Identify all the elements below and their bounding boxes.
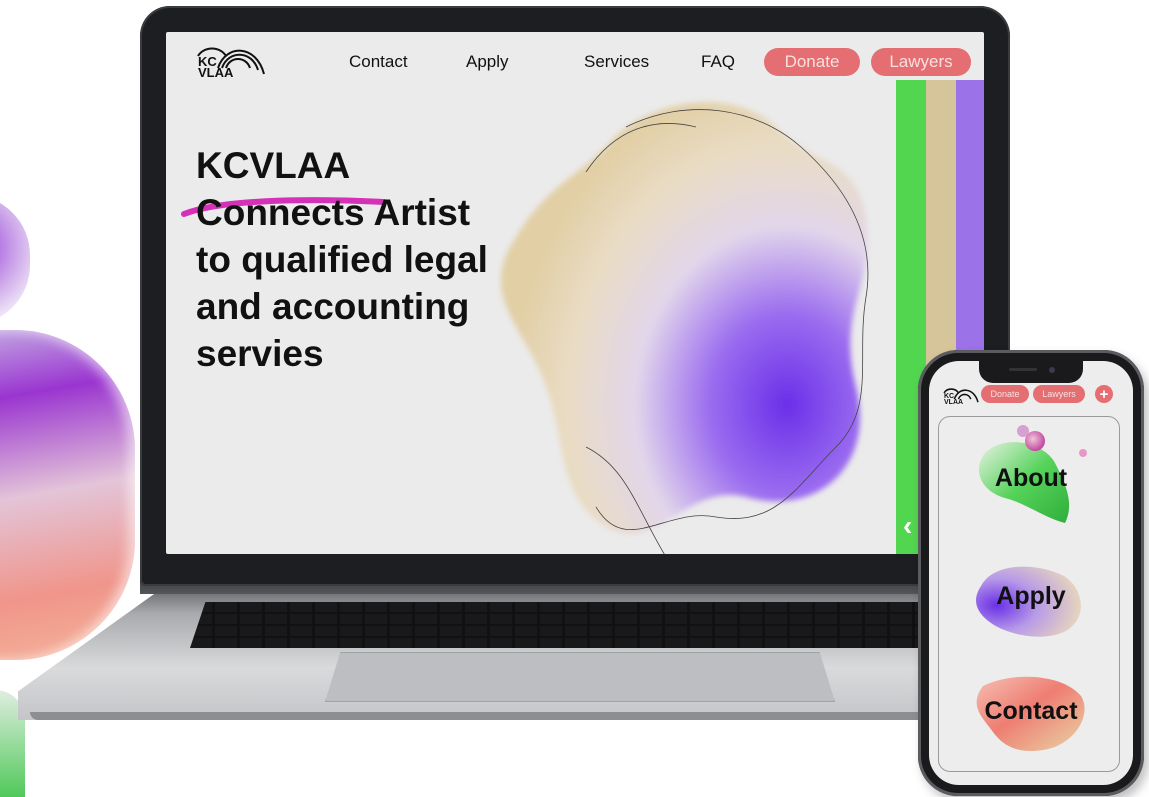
hero-line-5: servies [196, 333, 324, 374]
device-mockup-stage: ‹ KC VLAA Contact Apply Services FAQ Don… [0, 0, 1149, 797]
nav-link-services[interactable]: Services [584, 52, 649, 72]
hero-line-4: and accounting [196, 286, 470, 327]
top-navigation: KC VLAA Contact Apply Services FAQ Donat… [166, 32, 984, 92]
laptop-lid: ‹ KC VLAA Contact Apply Services FAQ Don… [140, 6, 1010, 586]
laptop-keyboard [190, 602, 960, 648]
phone-mockup: KC VLAA Donate Lawyers + About Apply Con… [918, 350, 1144, 796]
nav-link-faq[interactable]: FAQ [701, 52, 735, 72]
hero-line-3: to qualified legal [196, 239, 488, 280]
about-label: About [994, 463, 1068, 492]
apply-label: Apply [996, 581, 1066, 610]
camera-icon [1049, 367, 1055, 373]
chevron-left-icon[interactable]: ‹ [903, 510, 912, 542]
phone-notch [979, 361, 1083, 383]
mobile-card-about[interactable]: About [929, 423, 1133, 533]
nav-link-contact[interactable]: Contact [349, 52, 408, 72]
mobile-donate-button[interactable]: Donate [981, 385, 1029, 403]
lawyers-button[interactable]: Lawyers [871, 48, 971, 76]
desktop-website: ‹ KC VLAA Contact Apply Services FAQ Don… [166, 32, 984, 554]
mobile-lawyers-button[interactable]: Lawyers [1033, 385, 1085, 403]
nav-link-apply[interactable]: Apply [466, 52, 509, 72]
hero-line-1: KCVLAA [196, 145, 351, 186]
donate-button[interactable]: Donate [764, 48, 860, 76]
kcvlaa-logo[interactable]: KC VLAA [196, 44, 266, 80]
speaker-grille [1009, 368, 1037, 371]
plus-icon[interactable]: + [1095, 385, 1113, 403]
mobile-kcvlaa-logo[interactable]: KC VLAA [943, 385, 979, 407]
hero-line-2-rest: Artist [364, 192, 471, 233]
logo-line-2: VLAA [198, 65, 234, 80]
contact-label: Contact [984, 696, 1078, 725]
mobile-card-apply[interactable]: Apply [929, 546, 1133, 646]
mobile-website: KC VLAA Donate Lawyers + About Apply Con… [929, 361, 1133, 785]
decorative-blob-purple [0, 195, 30, 325]
hero-line-2: Connects Artist [196, 189, 576, 236]
mobile-card-contact[interactable]: Contact [929, 661, 1133, 761]
decorative-blob-gradient [0, 330, 135, 660]
mobile-logo-line-2: VLAA [944, 399, 964, 406]
hero-headline: KCVLAA Connects Artist to qualified lega… [196, 142, 576, 377]
laptop-trackpad [325, 652, 835, 702]
hero-highlight-word: Connects [196, 192, 365, 233]
